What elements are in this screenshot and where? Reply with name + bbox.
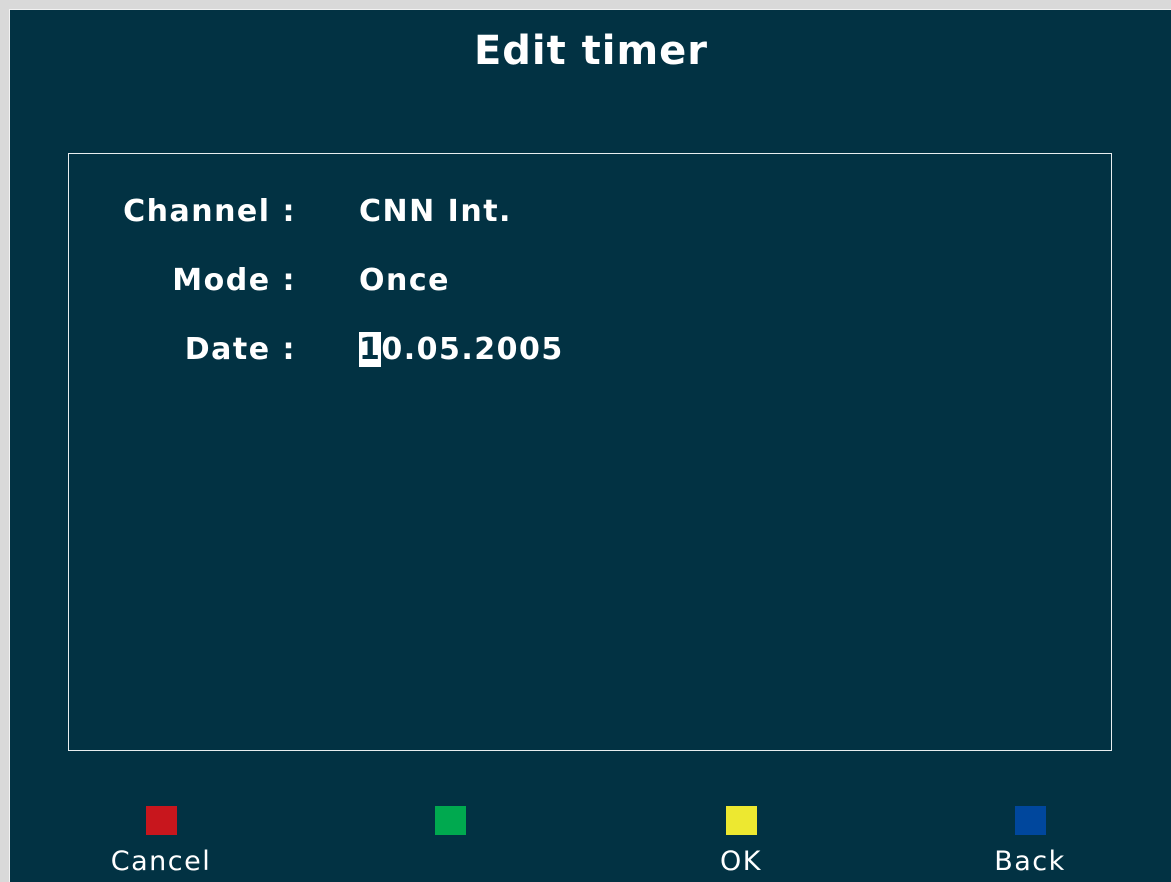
cancel-button[interactable]: Cancel <box>81 806 241 880</box>
screen-title: Edit timer <box>473 28 709 74</box>
ok-button-label: OK <box>720 846 762 877</box>
mode-value: Once <box>359 263 450 298</box>
channel-label: Channel : <box>123 194 296 229</box>
mode-label: Mode : <box>172 263 296 298</box>
back-button[interactable]: Back <box>950 806 1110 880</box>
green-key-label <box>370 846 530 880</box>
blue-key-icon <box>1014 806 1046 835</box>
date-cursor-digit[interactable]: 1 <box>359 332 382 367</box>
yellow-key-icon <box>725 806 757 835</box>
date-label: Date : <box>184 332 296 367</box>
channel-value: CNN Int. <box>359 194 512 229</box>
date-value[interactable]: 10.05.2005 <box>359 332 564 367</box>
red-key-icon <box>145 806 177 835</box>
back-button-label: Back <box>994 846 1066 877</box>
edit-timer-screen: Edit timer Channel : CNN Int. Mode : Onc… <box>9 9 1171 882</box>
green-key-button[interactable] <box>370 806 530 880</box>
channel-row[interactable]: Channel : CNN Int. <box>69 194 1111 234</box>
timer-form-panel: Channel : CNN Int. Mode : Once Date : 10… <box>68 153 1112 751</box>
green-key-icon <box>434 806 466 835</box>
mode-row[interactable]: Mode : Once <box>69 263 1111 303</box>
date-row[interactable]: Date : 10.05.2005 <box>69 332 1111 372</box>
cancel-button-label: Cancel <box>110 846 212 877</box>
ok-button[interactable]: OK <box>661 806 821 880</box>
date-value-rest: 0.05.2005 <box>381 332 564 367</box>
